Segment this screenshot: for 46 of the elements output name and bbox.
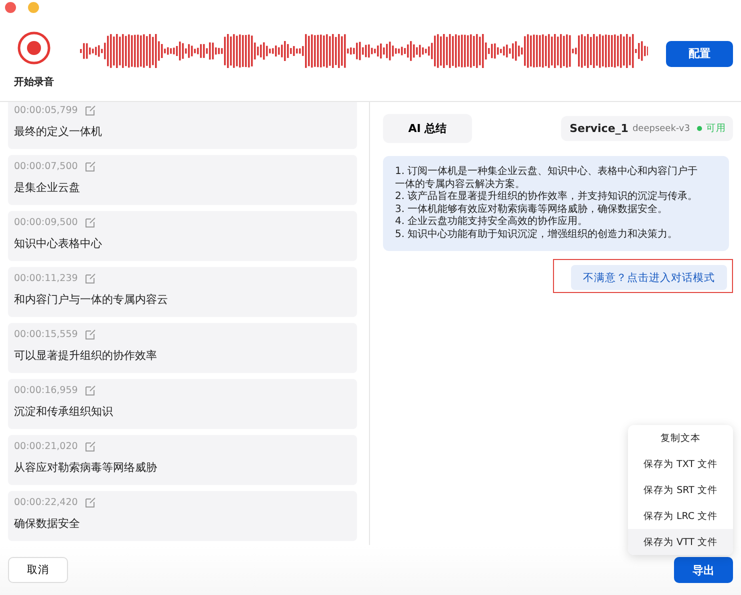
- transcript-text: 是集企业云盘: [14, 180, 81, 195]
- transcript-text: 和内容门户与一体的专属内容云: [14, 292, 169, 307]
- transcript-text: 从容应对勒索病毒等网络威胁: [14, 460, 158, 475]
- menu-item[interactable]: 保存为 LRC 文件: [628, 503, 733, 529]
- summary-text: 2. 该产品旨在显著提升组织的协作效率，并支持知识的沉淀与传承。: [395, 191, 699, 204]
- config-button[interactable]: 配置: [666, 40, 733, 66]
- timestamp: 00:00:11,239: [14, 273, 78, 284]
- model-name: deepseek-v3: [632, 124, 690, 134]
- cancel-button[interactable]: 取消: [8, 557, 68, 583]
- edit-icon[interactable]: [84, 385, 96, 396]
- transcript-text: 知识中心表格中心: [14, 236, 103, 251]
- summary-text: 3. 一体机能够有效应对勒索病毒等网络威胁，确保数据安全。: [395, 204, 669, 216]
- timestamp: 00:00:05,799: [14, 105, 78, 116]
- minimize-window-button[interactable]: [28, 2, 39, 13]
- transcript-text: 最终的定义一体机: [14, 124, 103, 139]
- timestamp: 00:00:21,020: [14, 441, 78, 452]
- edit-icon[interactable]: [84, 217, 96, 228]
- timestamp: 00:00:22,420: [14, 497, 78, 508]
- menu-item[interactable]: 保存为 VTT 文件: [628, 529, 733, 555]
- service-name: Service_1: [570, 122, 628, 135]
- timestamp: 00:00:09,500: [14, 217, 78, 228]
- edit-icon[interactable]: [84, 329, 96, 340]
- edit-icon[interactable]: [84, 161, 96, 172]
- edit-icon[interactable]: [84, 497, 96, 508]
- menu-item[interactable]: 复制文本: [628, 425, 733, 451]
- timestamp: 00:00:16,959: [14, 385, 78, 396]
- transcript-text: 确保数据安全: [14, 516, 81, 531]
- timestamp: 00:00:07,500: [14, 161, 78, 172]
- summary-text: 4. 企业云盘功能支持安全高效的协作应用。: [395, 216, 589, 228]
- ai-summary-button[interactable]: AI 总结: [383, 114, 472, 143]
- export-button[interactable]: 导出: [674, 557, 733, 583]
- chat-mode-button[interactable]: 不满意？点击进入对话模式: [571, 265, 727, 290]
- edit-icon[interactable]: [84, 273, 96, 284]
- transcript-text: 可以显著提升组织的协作效率: [14, 348, 158, 363]
- menu-item[interactable]: 保存为 TXT 文件: [628, 451, 733, 477]
- close-window-button[interactable]: [5, 2, 16, 13]
- status-text: 可用: [706, 122, 726, 135]
- record-icon[interactable]: [17, 30, 51, 64]
- timestamp: 00:00:15,559: [14, 329, 78, 340]
- summary-text: 5. 知识中心功能有助于知识沉淀，增强组织的创造力和决策力。: [395, 228, 679, 241]
- edit-icon[interactable]: [84, 105, 96, 116]
- edit-icon[interactable]: [84, 441, 96, 452]
- menu-item[interactable]: 保存为 SRT 文件: [628, 477, 733, 503]
- transcript-text: 沉淀和传承组织知识: [14, 404, 114, 419]
- summary-text: 1. 订阅一体机是一种集企业云盘、知识中心、表格中心和内容门户于一体的专属内容云解决方案。: [395, 166, 699, 190]
- record-label: 开始录音: [14, 75, 54, 88]
